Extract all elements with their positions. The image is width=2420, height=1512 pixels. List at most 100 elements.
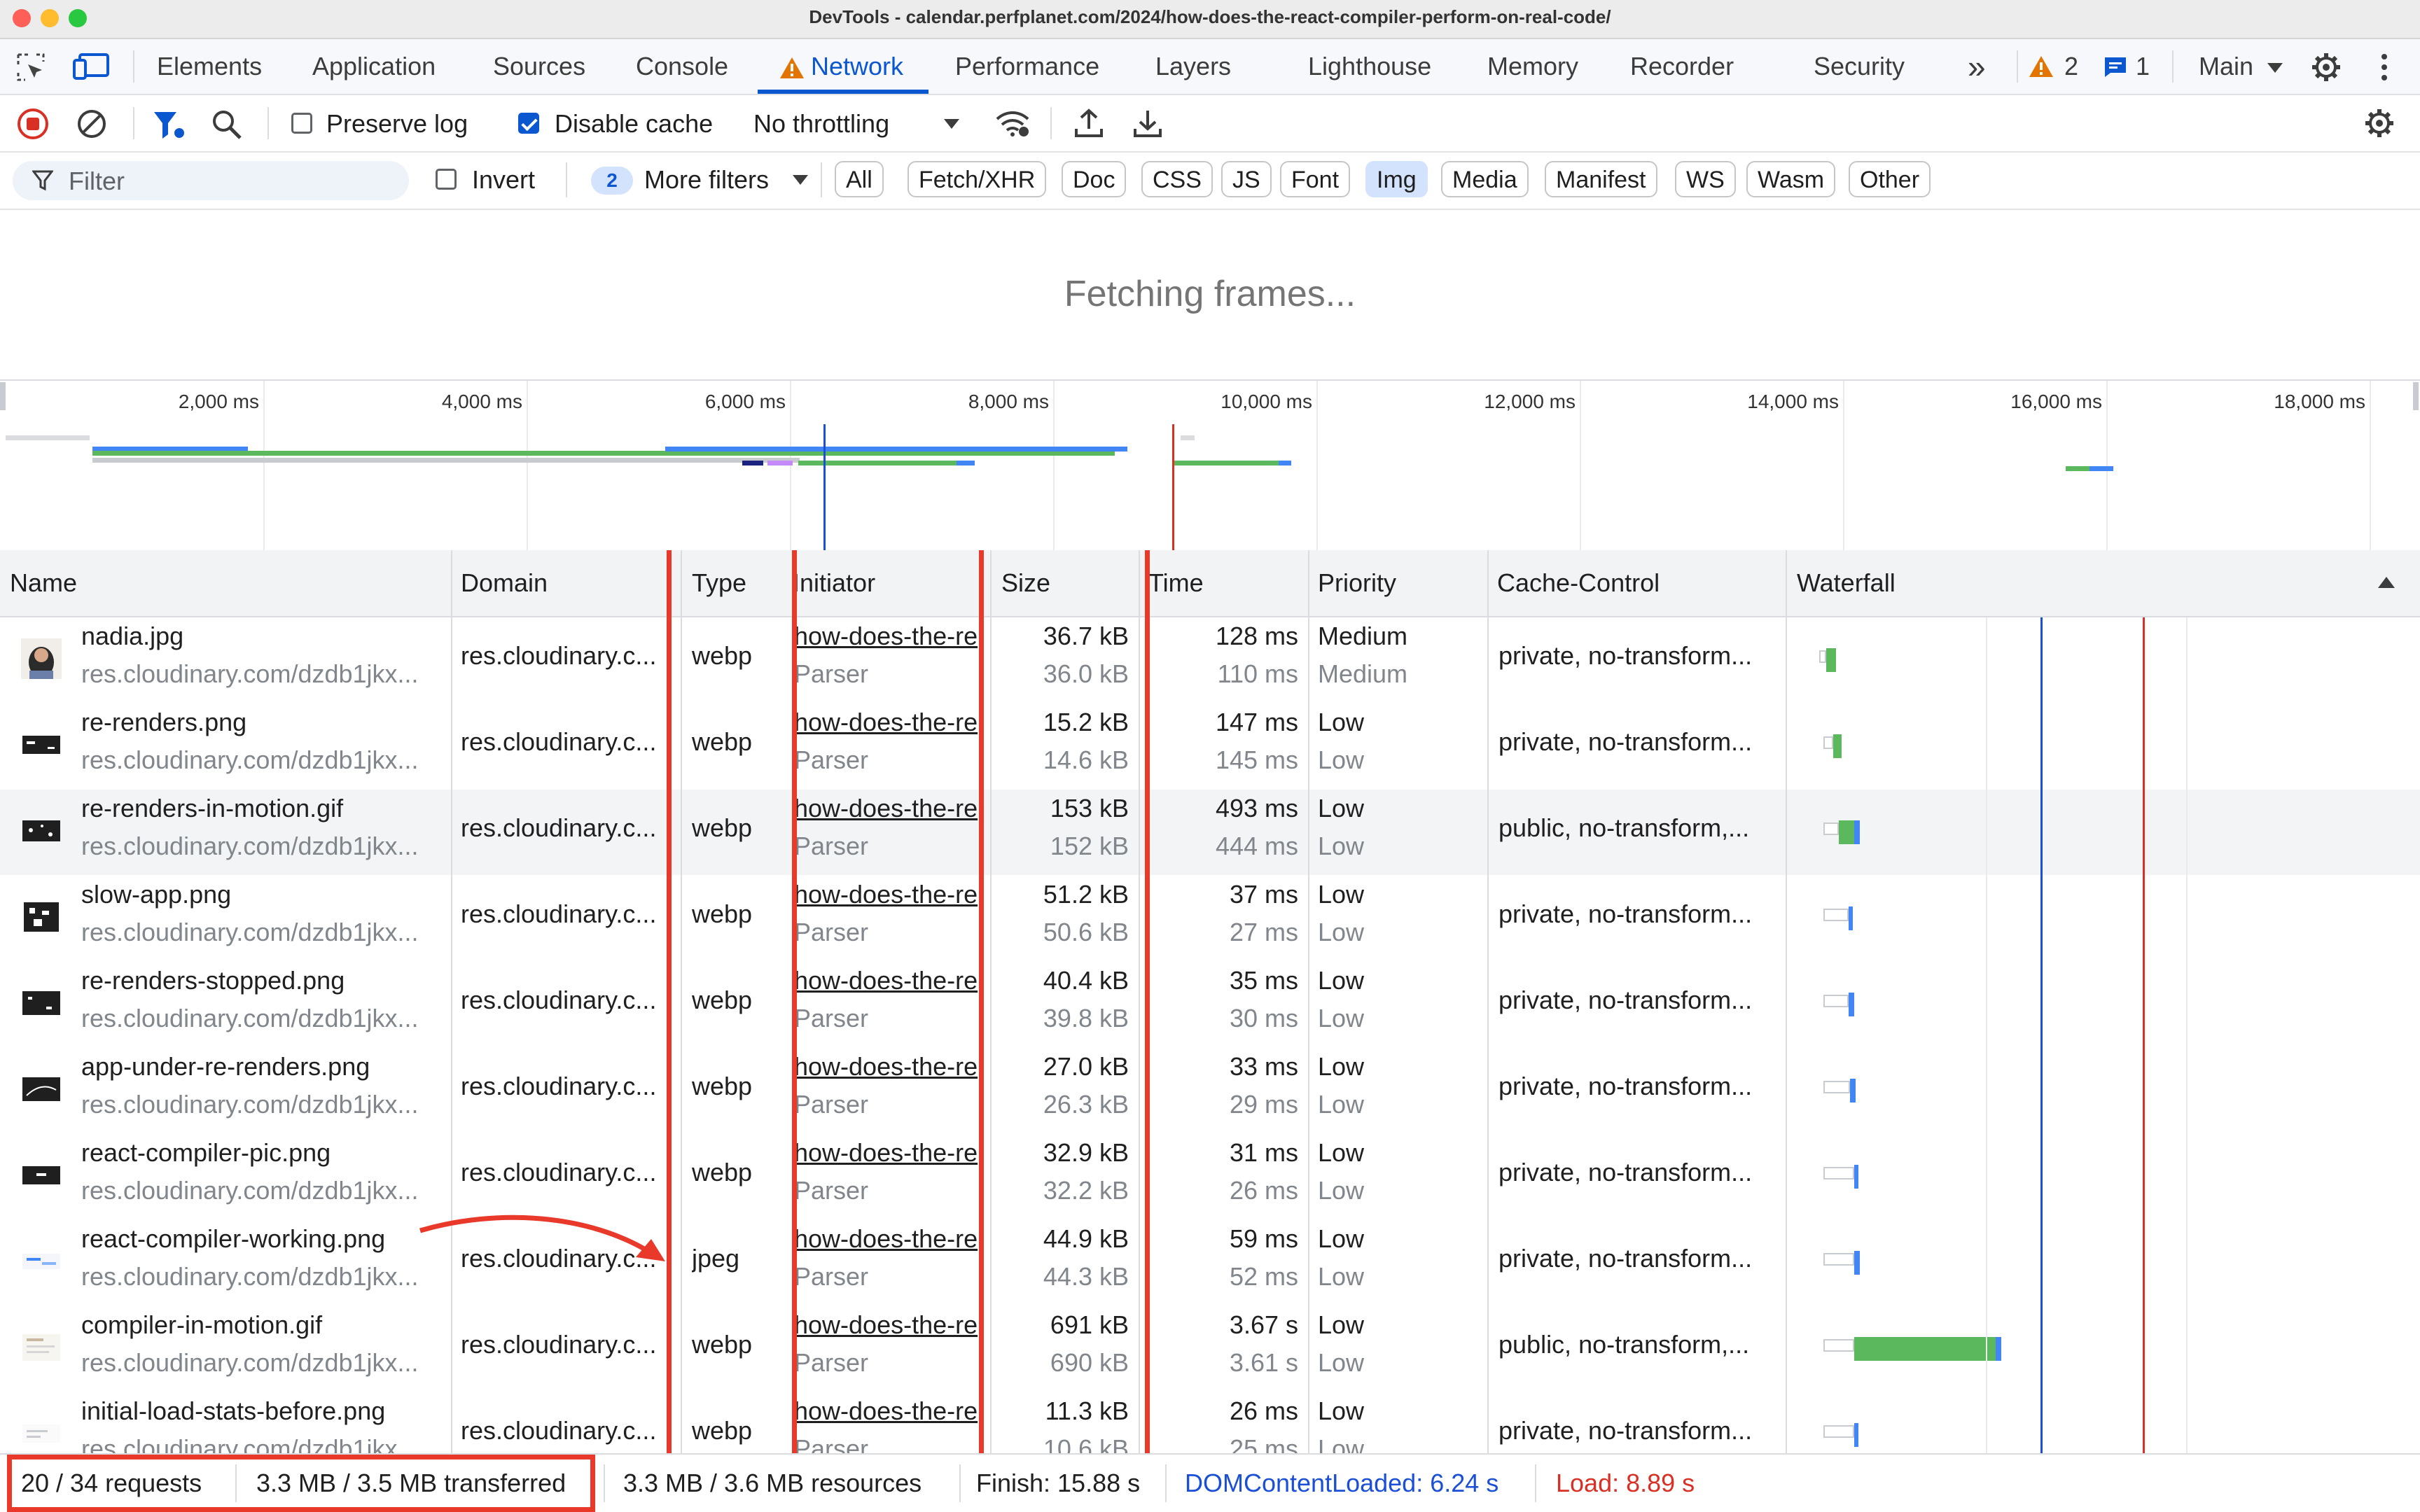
more-options-kebab-icon[interactable] [2379, 52, 2389, 86]
overview-right-handle[interactable] [2413, 382, 2419, 410]
context-dropdown-icon[interactable] [2267, 63, 2283, 76]
filter-input-box[interactable]: Filter [13, 161, 409, 200]
table-row[interactable]: react-compiler-pic.png res.cloudinary.com… [0, 1134, 2420, 1219]
request-name[interactable]: initial-load-stats-before.png [81, 1396, 445, 1426]
type-filter-wasm[interactable]: Wasm [1746, 161, 1836, 197]
tab-elements[interactable]: Elements [157, 39, 262, 94]
request-name[interactable]: slow-app.png [81, 880, 445, 909]
throttling-dropdown-icon[interactable] [944, 119, 959, 132]
network-conditions-wifi-icon[interactable] [994, 108, 1031, 142]
request-name[interactable]: re-renders-in-motion.gif [81, 794, 445, 823]
sort-ascending-icon[interactable] [2378, 577, 2395, 592]
waterfall-waiting-bar[interactable] [1823, 1081, 1850, 1093]
request-name[interactable]: react-compiler-pic.png [81, 1138, 445, 1168]
column-header-initiator[interactable]: Initiator [793, 550, 982, 616]
request-name[interactable]: nadia.jpg [81, 622, 445, 651]
waterfall-download-bar[interactable] [1849, 993, 1854, 1016]
type-filter-media[interactable]: Media [1441, 161, 1529, 197]
waterfall-download-bar[interactable] [1826, 648, 1836, 672]
table-row[interactable]: re-renders-in-motion.gif res.cloudinary.c… [0, 790, 2420, 875]
overview-left-handle[interactable] [0, 382, 6, 410]
network-settings-gear-icon[interactable] [2364, 108, 2395, 142]
filter-funnel-icon[interactable] [153, 109, 186, 144]
tab-layers[interactable]: Layers [1155, 39, 1231, 94]
type-filter-all[interactable]: All [835, 161, 884, 197]
column-header-waterfall[interactable]: Waterfall [1797, 550, 1896, 616]
tab-recorder[interactable]: Recorder [1630, 39, 1734, 94]
table-row[interactable]: react-compiler-working.png res.cloudinary… [0, 1220, 2420, 1306]
waterfall-download-bar[interactable] [1854, 1165, 1858, 1189]
request-name[interactable]: react-compiler-working.png [81, 1224, 445, 1254]
import-har-upload-icon[interactable] [1074, 108, 1104, 142]
request-name[interactable]: re-renders.png [81, 708, 445, 737]
waterfall-waiting-bar[interactable] [1823, 1253, 1854, 1266]
disable-cache-label[interactable]: Disable cache [555, 109, 713, 139]
table-row[interactable]: initial-load-stats-before.png res.cloudin… [0, 1392, 2420, 1453]
network-overview-timeline[interactable]: 2,000 ms 4,000 ms 6,000 ms 8,000 ms 10,0… [0, 379, 2420, 553]
filter-placeholder[interactable]: Filter [69, 167, 125, 196]
tab-sources[interactable]: Sources [493, 39, 585, 94]
type-filter-doc[interactable]: Doc [1062, 161, 1127, 197]
waterfall-waiting-bar[interactable] [1819, 650, 1826, 663]
waterfall-waiting-bar[interactable] [1823, 995, 1849, 1007]
preserve-log-checkbox[interactable] [291, 113, 312, 134]
more-filters-dropdown-icon[interactable] [793, 175, 808, 188]
initiator-link[interactable]: how-does-the-re [794, 1224, 989, 1254]
initiator-link[interactable]: how-does-the-re [794, 794, 989, 823]
initiator-link[interactable]: how-does-the-re [794, 966, 989, 995]
more-filters-count-badge[interactable]: 2 [591, 167, 633, 195]
type-filter-other[interactable]: Other [1849, 161, 1931, 197]
request-name[interactable]: compiler-in-motion.gif [81, 1310, 445, 1340]
device-toolbar-icon[interactable] [73, 50, 111, 86]
tab-console[interactable]: Console [636, 39, 728, 94]
warnings-count[interactable]: 2 [2064, 39, 2078, 94]
type-filter-img[interactable]: Img [1365, 161, 1428, 197]
type-filter-js[interactable]: JS [1221, 161, 1272, 197]
column-header-cache-control[interactable]: Cache-Control [1497, 550, 1660, 616]
initiator-link[interactable]: how-does-the-re [794, 708, 989, 737]
table-row[interactable]: nadia.jpg res.cloudinary.com/dzdb1jkx... r… [0, 617, 2420, 703]
table-row[interactable]: app-under-re-renders.png res.cloudinary.c… [0, 1048, 2420, 1133]
clear-icon[interactable] [77, 109, 106, 142]
invert-label[interactable]: Invert [472, 165, 535, 195]
throttling-select[interactable]: No throttling [753, 109, 889, 139]
waterfall-download-bar[interactable] [1854, 1337, 2001, 1361]
waterfall-waiting-bar[interactable] [1823, 736, 1833, 749]
waterfall-waiting-bar[interactable] [1823, 822, 1839, 835]
context-selector[interactable]: Main [2199, 39, 2253, 94]
table-row[interactable]: re-renders.png res.cloudinary.com/dzdb1jk… [0, 704, 2420, 789]
waterfall-download-bar[interactable] [1854, 1423, 1858, 1447]
more-filters-button[interactable]: More filters [644, 165, 769, 195]
initiator-link[interactable]: how-does-the-re [794, 880, 989, 909]
waterfall-waiting-bar[interactable] [1823, 909, 1849, 921]
column-header-time[interactable]: Time [1148, 550, 1204, 616]
invert-checkbox[interactable] [436, 169, 457, 190]
tab-memory[interactable]: Memory [1487, 39, 1578, 94]
search-icon[interactable] [211, 109, 242, 144]
tab-application[interactable]: Application [312, 39, 436, 94]
export-har-download-icon[interactable] [1133, 108, 1162, 142]
initiator-link[interactable]: how-does-the-re [794, 1396, 989, 1426]
request-name[interactable]: app-under-re-renders.png [81, 1052, 445, 1082]
waterfall-download-bar[interactable] [1854, 1251, 1860, 1275]
type-filter-css[interactable]: CSS [1141, 161, 1213, 197]
request-name[interactable]: re-renders-stopped.png [81, 966, 445, 995]
column-header-name[interactable]: Name [10, 550, 77, 616]
type-filter-ws[interactable]: WS [1675, 161, 1736, 197]
issues-warning-icon[interactable] [2028, 55, 2054, 82]
preserve-log-label[interactable]: Preserve log [326, 109, 468, 139]
disable-cache-checkbox[interactable] [518, 113, 539, 134]
tab-security[interactable]: Security [1814, 39, 1905, 94]
table-row[interactable]: compiler-in-motion.gif res.cloudinary.com… [0, 1306, 2420, 1392]
column-header-domain[interactable]: Domain [461, 550, 548, 616]
initiator-link[interactable]: how-does-the-re [794, 1310, 989, 1340]
message-icon[interactable] [2103, 56, 2127, 82]
initiator-link[interactable]: how-does-the-re [794, 1052, 989, 1082]
waterfall-download-bar[interactable] [1833, 734, 1842, 758]
more-tabs-chevron-icon[interactable]: » [1968, 39, 1986, 94]
initiator-link[interactable]: how-does-the-re [794, 1138, 989, 1168]
type-filter-fetch-xhr[interactable]: Fetch/XHR [908, 161, 1047, 197]
messages-count[interactable]: 1 [2136, 39, 2150, 94]
tab-performance[interactable]: Performance [955, 39, 1099, 94]
inspect-element-icon[interactable] [15, 52, 46, 86]
